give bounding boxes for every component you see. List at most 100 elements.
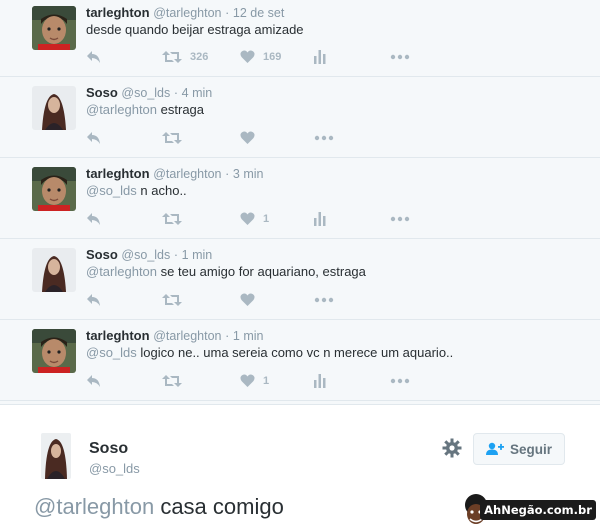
retweet-button[interactable] (162, 372, 182, 390)
separator-dot: · (225, 329, 230, 343)
more-button[interactable] (314, 129, 334, 147)
timestamp[interactable]: 4 min (182, 86, 213, 100)
display-name[interactable]: tarleghton (86, 166, 150, 181)
more-button[interactable] (314, 291, 334, 309)
like-button[interactable] (240, 129, 255, 147)
more-icon (390, 378, 410, 384)
gear-icon (442, 438, 462, 458)
tweet[interactable]: Soso @so_lds · 1 min @tarleghton se teu … (0, 239, 600, 320)
more-button[interactable] (390, 372, 410, 390)
more-button[interactable] (390, 48, 410, 66)
tweet-header: tarleghton @tarleghton · 3 min (86, 166, 263, 181)
stats-icon (314, 212, 326, 226)
more-icon (314, 297, 334, 303)
reply-button[interactable] (86, 372, 102, 390)
tweet-body: n acho.. (140, 183, 187, 198)
stats-icon (314, 374, 326, 388)
retweet-button[interactable] (162, 291, 182, 309)
heart-icon (240, 212, 255, 225)
like-count: 1 (263, 375, 270, 387)
user-handle[interactable]: @tarleghton (153, 329, 221, 343)
avatar[interactable] (32, 329, 76, 373)
tweet[interactable]: tarleghton @tarleghton · 12 de set desde… (0, 0, 600, 77)
timestamp[interactable]: 12 de set (233, 6, 284, 20)
conversation-thread: tarleghton @tarleghton · 12 de set desde… (0, 0, 600, 401)
tweet-body: desde quando beijar estraga amizade (86, 22, 304, 37)
avatar[interactable] (32, 167, 76, 211)
avatar[interactable] (32, 248, 76, 292)
separator-dot: · (173, 248, 179, 262)
reply-icon (87, 51, 100, 63)
timestamp[interactable]: 1 min (182, 248, 213, 262)
like-button[interactable] (240, 291, 255, 309)
retweet-count: 326 (190, 51, 209, 63)
tweet-body: estraga (160, 102, 205, 117)
timestamp[interactable]: 1 min (233, 329, 264, 343)
user-handle[interactable]: @tarleghton (153, 167, 221, 181)
reply-icon (87, 132, 100, 144)
tweet-text: @so_lds n acho.. (86, 183, 187, 198)
stats-button[interactable] (314, 48, 326, 66)
tweet-actions: 1 (86, 372, 426, 390)
settings-button[interactable] (442, 438, 462, 463)
reply-button[interactable] (86, 48, 102, 66)
timestamp[interactable]: 3 min (233, 167, 264, 181)
like-button[interactable]: 1 (240, 210, 269, 228)
tweet-actions (86, 291, 426, 309)
tweet-actions (86, 129, 426, 147)
retweet-icon (162, 213, 182, 225)
more-icon (390, 216, 410, 222)
more-icon (390, 54, 410, 60)
heart-icon (240, 293, 255, 306)
separator-dot: · (173, 86, 179, 100)
heart-icon (240, 50, 255, 63)
user-handle[interactable]: @tarleghton (153, 6, 221, 20)
more-icon (314, 135, 334, 141)
mention-link[interactable]: @tarleghton (34, 494, 154, 519)
mention-link[interactable]: @tarleghton (86, 264, 157, 279)
follow-button[interactable]: Seguir (473, 433, 565, 465)
like-button[interactable]: 1 (240, 372, 269, 390)
heart-icon (240, 131, 255, 144)
avatar[interactable] (32, 86, 76, 130)
display-name[interactable]: tarleghton (86, 5, 150, 20)
avatar[interactable] (41, 433, 71, 479)
more-button[interactable] (390, 210, 410, 228)
reply-button[interactable] (86, 210, 102, 228)
tweet-body: casa comigo (160, 494, 284, 519)
like-button[interactable]: 169 (240, 48, 281, 66)
avatar[interactable] (32, 6, 76, 50)
tweet-body: logico ne.. uma sereia como vc n merece … (140, 345, 454, 360)
reply-icon (87, 294, 100, 306)
retweet-button[interactable] (162, 210, 182, 228)
mention-link[interactable]: @so_lds (86, 345, 137, 360)
watermark: AhNegão.com.br (458, 494, 598, 528)
separator-dot: · (225, 6, 230, 20)
tweet-text: desde quando beijar estraga amizade (86, 22, 304, 37)
display-name[interactable]: Soso (86, 247, 118, 262)
tweet-header: Soso @so_lds · 1 min (86, 247, 212, 262)
separator-dot: · (225, 167, 230, 181)
user-handle[interactable]: @so_lds (89, 461, 140, 476)
stats-button[interactable] (314, 372, 326, 390)
retweet-button[interactable]: 326 (162, 48, 208, 66)
mention-link[interactable]: @tarleghton (86, 102, 157, 117)
like-count: 169 (263, 51, 282, 63)
display-name[interactable]: Soso (89, 440, 128, 458)
tweet-body: se teu amigo for aquariano, estraga (160, 264, 366, 279)
reply-button[interactable] (86, 129, 102, 147)
stats-button[interactable] (314, 210, 326, 228)
user-handle[interactable]: @so_lds (121, 86, 170, 100)
display-name[interactable]: tarleghton (86, 328, 150, 343)
user-handle[interactable]: @so_lds (121, 248, 170, 262)
reply-icon (87, 375, 100, 387)
mention-link[interactable]: @so_lds (86, 183, 137, 198)
tweet[interactable]: tarleghton @tarleghton · 1 min @so_lds l… (0, 320, 600, 401)
display-name[interactable]: Soso (86, 85, 118, 100)
tweet[interactable]: Soso @so_lds · 4 min @tarleghton estraga (0, 77, 600, 158)
reply-icon (87, 213, 100, 225)
tweet[interactable]: tarleghton @tarleghton · 3 min @so_lds n… (0, 158, 600, 239)
tweet-header: Soso @so_lds · 4 min (86, 85, 212, 100)
reply-button[interactable] (86, 291, 102, 309)
retweet-button[interactable] (162, 129, 182, 147)
